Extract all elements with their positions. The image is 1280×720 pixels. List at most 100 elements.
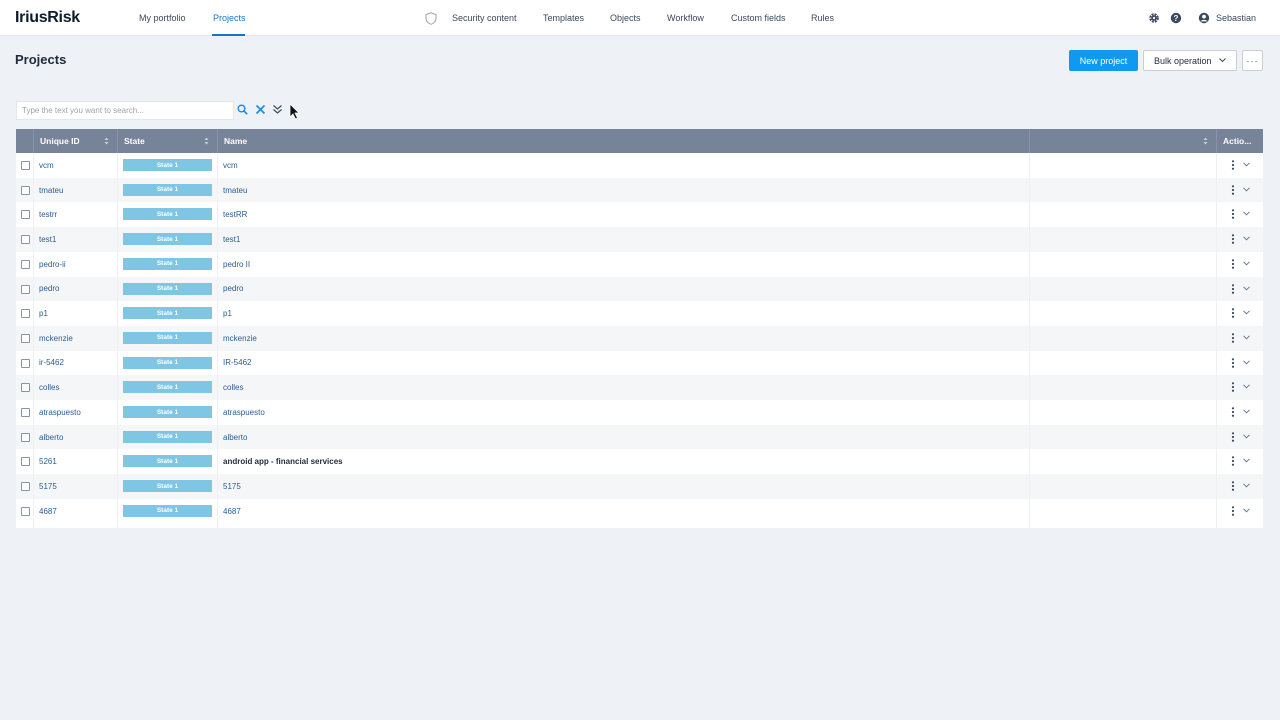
nav-rules[interactable]: Rules (811, 13, 834, 23)
table-row[interactable]: test1 State 1 test1 (16, 227, 1263, 252)
chevron-down-icon[interactable] (1243, 458, 1250, 463)
kebab-icon[interactable] (1231, 160, 1235, 170)
row-checkbox[interactable] (21, 210, 30, 220)
project-name-link[interactable]: pedro II (223, 252, 250, 277)
kebab-icon[interactable] (1231, 431, 1235, 442)
column-unique-id[interactable]: Unique ID (33, 129, 117, 153)
nav-templates[interactable]: Templates (543, 13, 584, 23)
kebab-icon[interactable] (1231, 209, 1235, 220)
unique-id-link[interactable]: tmateu (39, 178, 63, 203)
chevron-down-icon[interactable] (1243, 285, 1250, 291)
chevron-down-icon[interactable] (1243, 434, 1250, 439)
row-checkbox[interactable] (21, 309, 30, 319)
nav-workflow[interactable]: Workflow (667, 13, 704, 23)
table-row[interactable]: colles State 1 colles (16, 375, 1263, 400)
chevron-down-icon[interactable] (1243, 261, 1250, 266)
chevron-down-icon[interactable] (1243, 236, 1250, 241)
kebab-icon[interactable] (1231, 456, 1235, 467)
table-row[interactable]: alberto State 1 alberto (16, 424, 1263, 450)
row-checkbox[interactable] (21, 358, 30, 368)
project-name-link[interactable]: alberto (223, 425, 247, 450)
nav-my-portfolio[interactable]: My portfolio (139, 13, 186, 23)
unique-id-link[interactable]: 5175 (39, 474, 57, 499)
chevron-down-icon[interactable] (1243, 335, 1250, 340)
expand-filters-icon[interactable] (272, 104, 283, 115)
table-row[interactable]: 5175 State 1 5175 (16, 474, 1263, 499)
unique-id-link[interactable]: ir-5462 (39, 351, 64, 376)
kebab-icon[interactable] (1231, 234, 1235, 244)
unique-id-link[interactable]: testrr (39, 202, 57, 227)
column-state[interactable]: State (117, 129, 217, 153)
bulk-operation-button[interactable]: Bulk operation (1143, 50, 1237, 71)
project-name-link[interactable]: IR-5462 (223, 351, 251, 376)
user-name[interactable]: Sebastian (1216, 13, 1256, 23)
table-row[interactable]: atraspuesto State 1 atraspuesto (16, 400, 1263, 425)
project-name-link[interactable]: atraspuesto (223, 400, 265, 425)
kebab-icon[interactable] (1231, 382, 1235, 393)
table-row[interactable]: pedro State 1 pedro (16, 276, 1263, 302)
unique-id-link[interactable]: pedro (39, 277, 59, 302)
new-project-button[interactable]: New project (1069, 50, 1138, 71)
row-checkbox[interactable] (21, 284, 30, 294)
kebab-icon[interactable] (1231, 481, 1235, 491)
chevron-down-icon[interactable] (1243, 384, 1250, 389)
table-row[interactable]: ir-5462 State 1 IR-5462 (16, 350, 1263, 376)
table-row[interactable]: p1 State 1 p1 (16, 301, 1263, 326)
nav-security-content[interactable]: Security content (452, 13, 517, 23)
chevron-down-icon[interactable] (1243, 162, 1250, 167)
project-name-link[interactable]: vcm (223, 153, 238, 178)
kebab-icon[interactable] (1231, 184, 1235, 195)
project-name-link[interactable]: android app - financial services (223, 449, 343, 474)
gear-icon[interactable] (1148, 12, 1160, 24)
kebab-icon[interactable] (1231, 258, 1235, 269)
kebab-icon[interactable] (1231, 333, 1235, 343)
row-checkbox[interactable] (21, 482, 30, 492)
project-name-link[interactable]: p1 (223, 301, 232, 326)
unique-id-link[interactable]: test1 (39, 227, 56, 252)
row-checkbox[interactable] (21, 333, 30, 343)
table-row[interactable]: mckenzie State 1 mckenzie (16, 325, 1263, 351)
row-checkbox[interactable] (21, 457, 30, 467)
unique-id-link[interactable]: vcm (39, 153, 54, 178)
table-row[interactable]: pedro-ii State 1 pedro II (16, 251, 1263, 277)
kebab-icon[interactable] (1231, 407, 1235, 417)
chevron-down-icon[interactable] (1243, 409, 1250, 414)
row-checkbox[interactable] (21, 235, 30, 245)
project-name-link[interactable]: tmateu (223, 178, 247, 203)
row-checkbox[interactable] (21, 432, 30, 442)
kebab-icon[interactable] (1231, 308, 1235, 318)
nav-objects[interactable]: Objects (610, 13, 641, 23)
chevron-down-icon[interactable] (1243, 310, 1250, 315)
unique-id-link[interactable]: p1 (39, 301, 48, 326)
row-checkbox[interactable] (21, 259, 30, 269)
unique-id-link[interactable]: atraspuesto (39, 400, 81, 425)
row-checkbox[interactable] (21, 383, 30, 393)
nav-projects[interactable]: Projects (213, 13, 246, 23)
chevron-down-icon[interactable] (1243, 483, 1250, 488)
kebab-icon[interactable] (1231, 505, 1235, 516)
row-checkbox[interactable] (21, 185, 30, 195)
project-name-link[interactable]: colles (223, 375, 243, 400)
column-extra[interactable] (1029, 129, 1216, 153)
row-checkbox[interactable] (21, 506, 30, 516)
more-options-button[interactable]: ··· (1242, 50, 1263, 71)
table-row[interactable]: 5261 State 1 android app - financial servi… (16, 449, 1263, 475)
table-row[interactable]: 4687 State 1 4687 (16, 498, 1263, 524)
row-checkbox[interactable] (21, 161, 30, 170)
table-row[interactable]: testrr State 1 testRR (16, 202, 1263, 228)
sort-icon[interactable] (204, 137, 209, 145)
table-row[interactable]: tmateu State 1 tmateu (16, 177, 1263, 203)
chevron-down-icon[interactable] (1243, 211, 1250, 216)
project-name-link[interactable]: pedro (223, 277, 243, 302)
project-name-link[interactable]: testRR (223, 202, 247, 227)
search-icon[interactable] (237, 104, 248, 115)
chevron-down-icon[interactable] (1243, 508, 1250, 513)
chevron-down-icon[interactable] (1243, 187, 1250, 192)
sort-icon[interactable] (1203, 137, 1208, 145)
project-name-link[interactable]: mckenzie (223, 326, 257, 351)
brand-logo[interactable]: IriusRisk (15, 9, 80, 27)
unique-id-link[interactable]: 4687 (39, 499, 57, 524)
kebab-icon[interactable] (1231, 283, 1235, 294)
unique-id-link[interactable]: alberto (39, 425, 63, 450)
chevron-down-icon[interactable] (1243, 360, 1250, 365)
